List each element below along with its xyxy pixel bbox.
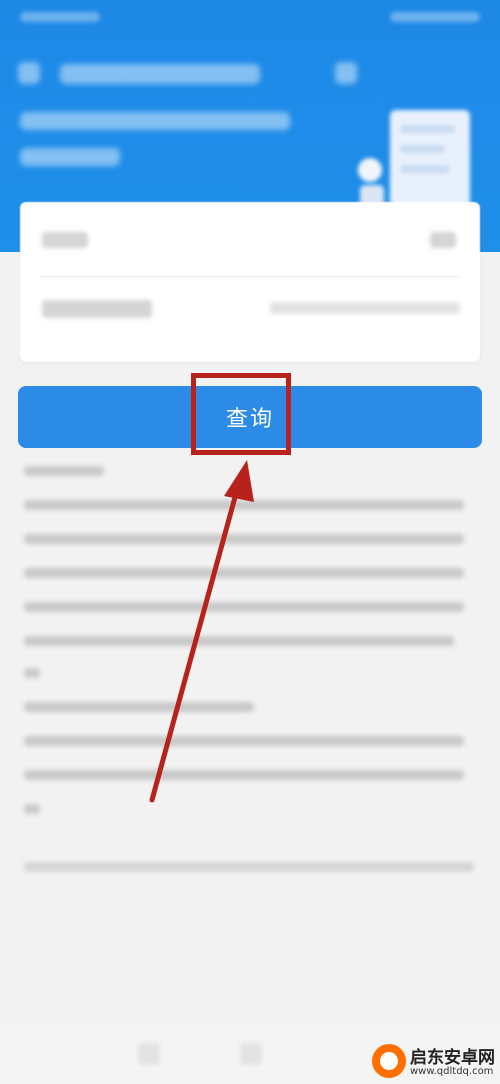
watermark-title: 启东安卓网	[410, 1048, 495, 1068]
text-line	[24, 668, 40, 678]
header-subtitle-blurred-2	[20, 148, 120, 166]
status-bar	[0, 0, 500, 40]
text-line	[24, 568, 464, 578]
text-line	[24, 466, 104, 476]
nav-back-icon[interactable]	[138, 1043, 160, 1065]
back-icon[interactable]	[18, 62, 40, 84]
text-line	[24, 636, 454, 646]
status-right-blurred	[390, 12, 480, 22]
text-line	[24, 736, 464, 746]
text-line	[24, 602, 464, 612]
watermark-logo-icon	[372, 1044, 406, 1078]
form-field-name-blurred	[42, 300, 152, 318]
status-left-blurred	[20, 12, 100, 22]
form-field-action-icon[interactable]	[430, 232, 456, 248]
watermark-url: www.qdltdq.com	[410, 1066, 494, 1077]
query-button[interactable]: 查询	[18, 386, 482, 448]
text-line	[24, 702, 254, 712]
text-line	[24, 804, 40, 814]
nav-home-icon[interactable]	[240, 1043, 262, 1065]
query-form-card	[20, 202, 480, 362]
text-line	[24, 534, 464, 544]
header-subtitle-blurred	[20, 112, 290, 130]
query-button-label: 查询	[225, 407, 274, 432]
search-icon[interactable]	[335, 62, 357, 84]
watermark: 启东安卓网 www.qdltdq.com	[370, 1040, 500, 1084]
form-divider	[40, 276, 460, 277]
text-line	[24, 770, 464, 780]
text-line	[24, 500, 464, 510]
form-input-placeholder-blurred[interactable]	[270, 302, 460, 314]
form-field-label-blurred	[42, 232, 88, 248]
text-line	[24, 862, 474, 872]
header-title-blurred	[60, 64, 260, 84]
